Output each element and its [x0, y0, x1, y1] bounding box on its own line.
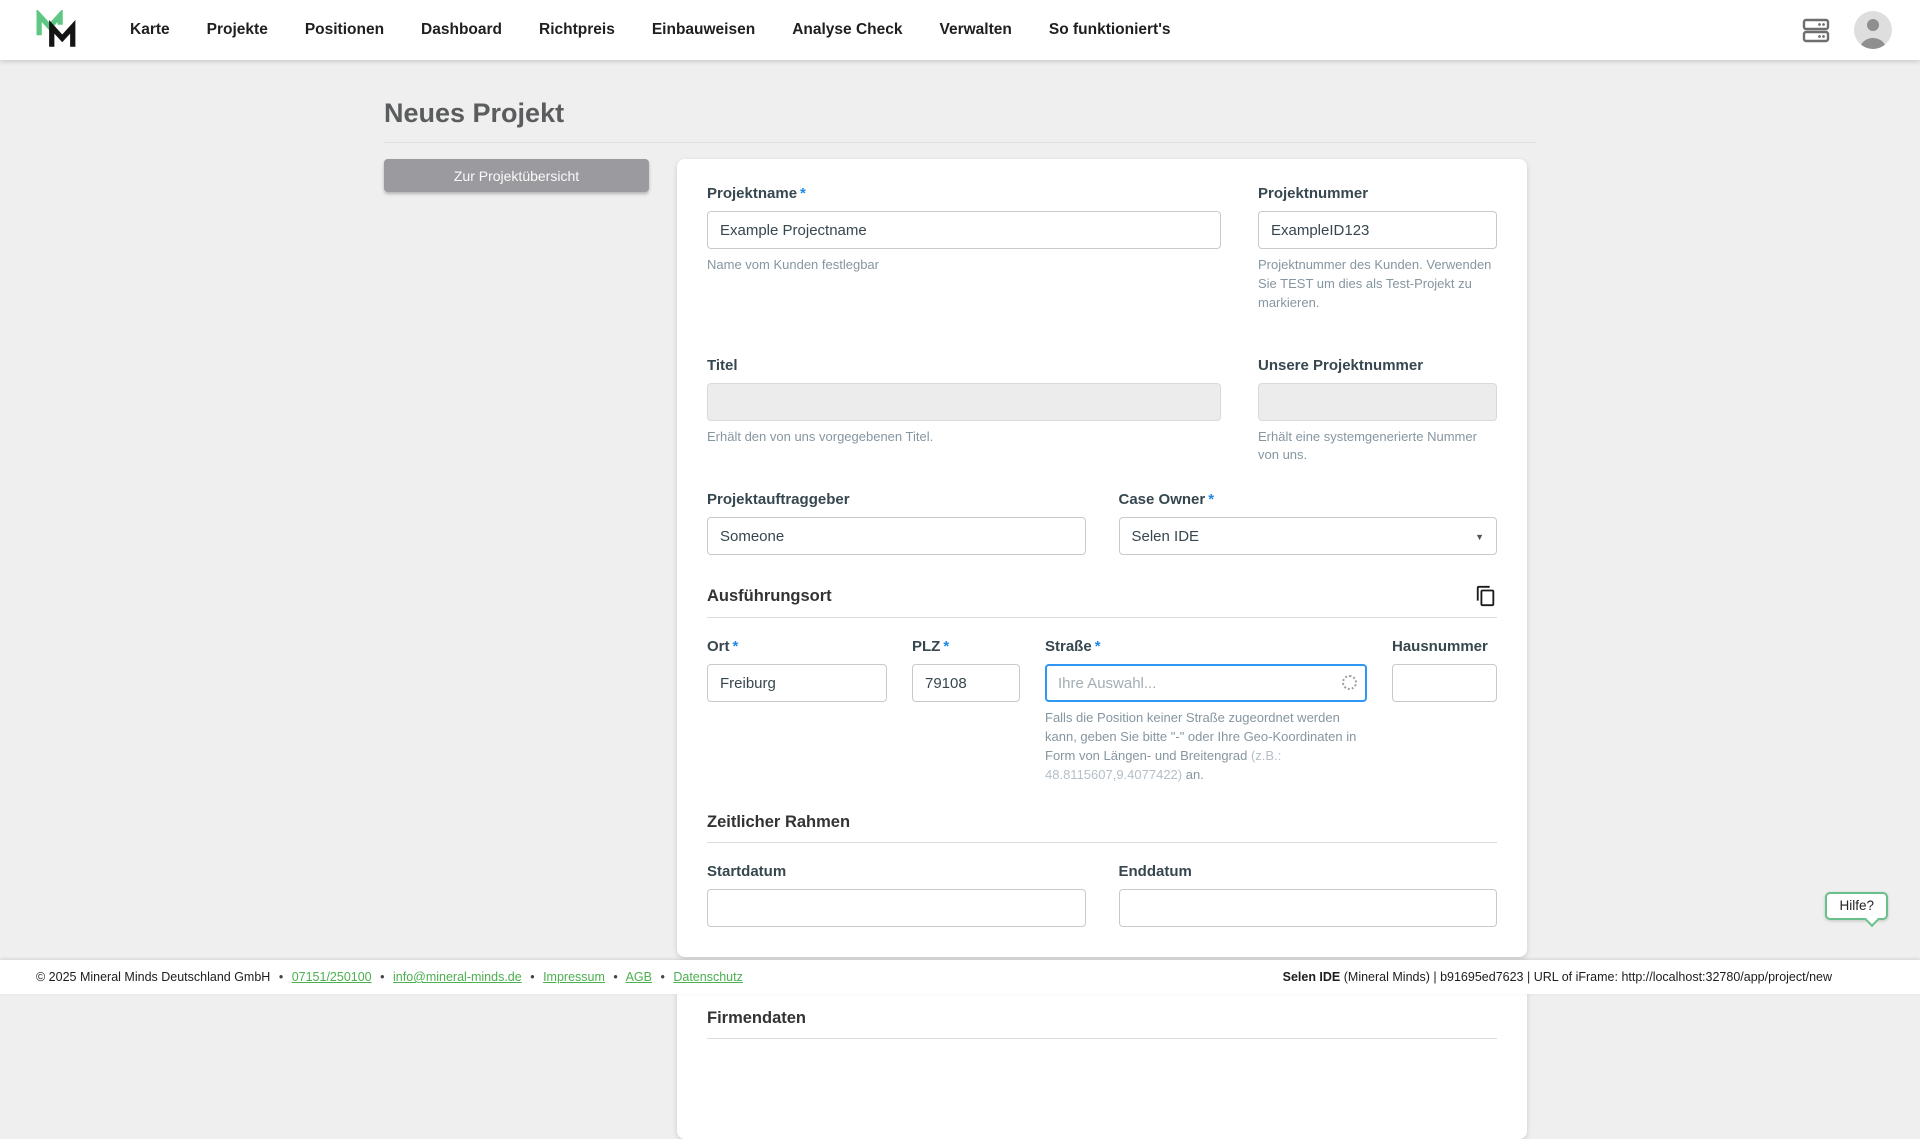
main-nav: Karte Projekte Positionen Dashboard Rich…	[130, 21, 1171, 39]
case-owner-select[interactable]: Selen IDE ▼	[1119, 517, 1498, 555]
footer-separator: •	[380, 970, 384, 984]
help-button-label: Hilfe?	[1839, 898, 1874, 913]
footer-separator: •	[613, 970, 617, 984]
ort-input[interactable]	[707, 664, 887, 702]
titel-helper: Erhält den von uns vorgegebenen Titel.	[707, 428, 1221, 447]
help-button[interactable]: Hilfe?	[1825, 892, 1888, 920]
case-owner-selected-value: Selen IDE	[1132, 528, 1200, 545]
strasse-helper: Falls die Position keiner Straße zugeord…	[1045, 709, 1367, 784]
field-strasse: Straße* Falls die Position keiner Straße…	[1045, 638, 1367, 784]
nav-item-richtpreis[interactable]: Richtpreis	[539, 21, 615, 39]
footer-session-detail: (Mineral Minds) | b91695ed7623 | URL of …	[1340, 970, 1832, 984]
nav-item-projekte[interactable]: Projekte	[207, 21, 268, 39]
unsere-projektnummer-helper: Erhält eine systemgenerierte Nummer von …	[1258, 428, 1497, 466]
plz-input[interactable]	[912, 664, 1020, 702]
footer-agb-link[interactable]: AGB	[626, 970, 652, 984]
projektname-helper: Name vom Kunden festlegbar	[707, 256, 1221, 275]
required-asterisk: *	[1208, 491, 1214, 508]
user-avatar-button[interactable]	[1854, 11, 1892, 49]
page-title: Neues Projekt	[384, 98, 1536, 143]
projektnummer-input[interactable]	[1258, 211, 1497, 249]
field-projektauftraggeber: Projektauftraggeber	[707, 491, 1086, 555]
navbar-right	[1802, 11, 1892, 49]
projektname-input[interactable]	[707, 211, 1221, 249]
hausnummer-label: Hausnummer	[1392, 638, 1497, 655]
copy-address-button[interactable]	[1475, 585, 1497, 607]
section-divider	[707, 842, 1497, 843]
footer: © 2025 Mineral Minds Deutschland GmbH • …	[0, 960, 1920, 994]
strasse-input[interactable]	[1045, 664, 1367, 702]
field-case-owner: Case Owner* Selen IDE ▼	[1119, 491, 1498, 555]
hausnummer-input[interactable]	[1392, 664, 1497, 702]
unsere-projektnummer-input	[1258, 383, 1497, 421]
enddatum-label: Enddatum	[1119, 863, 1498, 880]
strasse-label: Straße*	[1045, 638, 1367, 655]
zeitlicher-rahmen-section-title: Zeitlicher Rahmen	[707, 813, 850, 832]
footer-separator: •	[660, 970, 664, 984]
titel-label: Titel	[707, 357, 1221, 374]
field-projektnummer: Projektnummer Projektnummer des Kunden. …	[1258, 185, 1497, 313]
nav-item-positionen[interactable]: Positionen	[305, 21, 384, 39]
required-asterisk: *	[733, 638, 739, 655]
footer-phone-link[interactable]: 07151/250100	[292, 970, 372, 984]
chevron-down-icon: ▼	[1475, 532, 1484, 542]
field-titel: Titel Erhält den von uns vorgegebenen Ti…	[707, 357, 1221, 447]
field-enddatum: Enddatum	[1119, 863, 1498, 927]
firmendaten-card: Firmendaten	[677, 979, 1527, 1139]
projektnummer-helper: Projektnummer des Kunden. Verwenden Sie …	[1258, 256, 1497, 313]
firmendaten-section-title: Firmendaten	[707, 1009, 1497, 1028]
ort-label: Ort*	[707, 638, 887, 655]
footer-session-user: Selen IDE	[1283, 970, 1341, 984]
required-asterisk: *	[800, 185, 806, 202]
footer-separator: •	[279, 970, 283, 984]
field-ort: Ort*	[707, 638, 887, 702]
required-asterisk: *	[943, 638, 949, 655]
footer-datenschutz-link[interactable]: Datenschutz	[673, 970, 742, 984]
footer-session-info: Selen IDE (Mineral Minds) | b91695ed7623…	[1283, 970, 1832, 984]
enddatum-input[interactable]	[1119, 889, 1498, 927]
titel-input	[707, 383, 1221, 421]
section-divider	[707, 1038, 1497, 1039]
footer-copyright: © 2025 Mineral Minds Deutschland GmbH	[36, 970, 270, 984]
projektauftraggeber-input[interactable]	[707, 517, 1086, 555]
mineral-minds-logo[interactable]	[36, 10, 78, 50]
nav-item-analyse-check[interactable]: Analyse Check	[792, 21, 902, 39]
logo-m-icon	[36, 10, 78, 50]
left-column: Zur Projektübersicht	[384, 159, 677, 192]
field-startdatum: Startdatum	[707, 863, 1086, 927]
field-projektname: Projektname* Name vom Kunden festlegbar	[707, 185, 1221, 275]
footer-email-link[interactable]: info@mineral-minds.de	[393, 970, 522, 984]
nav-item-dashboard[interactable]: Dashboard	[421, 21, 502, 39]
projektname-label: Projektname*	[707, 185, 1221, 202]
server-icon	[1802, 17, 1830, 44]
field-hausnummer: Hausnummer	[1392, 638, 1497, 702]
section-divider	[707, 617, 1497, 618]
required-asterisk: *	[1095, 638, 1101, 655]
projektauftraggeber-label: Projektauftraggeber	[707, 491, 1086, 508]
unsere-projektnummer-label: Unsere Projektnummer	[1258, 357, 1497, 374]
startdatum-input[interactable]	[707, 889, 1086, 927]
case-owner-label: Case Owner*	[1119, 491, 1498, 508]
project-form-card: Projektname* Name vom Kunden festlegbar …	[677, 159, 1527, 957]
nav-item-karte[interactable]: Karte	[130, 21, 170, 39]
footer-left: © 2025 Mineral Minds Deutschland GmbH • …	[36, 970, 743, 984]
footer-separator: •	[530, 970, 534, 984]
footer-impressum-link[interactable]: Impressum	[543, 970, 605, 984]
nav-item-einbauweisen[interactable]: Einbauweisen	[652, 21, 755, 39]
field-plz: PLZ*	[912, 638, 1020, 702]
server-status-button[interactable]	[1802, 17, 1830, 44]
copy-icon	[1475, 585, 1497, 607]
startdatum-label: Startdatum	[707, 863, 1086, 880]
avatar-icon	[1854, 11, 1892, 49]
nav-item-verwalten[interactable]: Verwalten	[939, 21, 1011, 39]
top-navbar: Karte Projekte Positionen Dashboard Rich…	[0, 0, 1920, 60]
plz-label: PLZ*	[912, 638, 1020, 655]
speech-bubble-tail	[1865, 913, 1879, 927]
field-unsere-projektnummer: Unsere Projektnummer Erhält eine systemg…	[1258, 357, 1497, 466]
ausfuehrungsort-section-title: Ausführungsort	[707, 587, 832, 606]
nav-item-so-funktionierts[interactable]: So funktioniert's	[1049, 21, 1171, 39]
zur-projektuebersicht-button[interactable]: Zur Projektübersicht	[384, 159, 649, 192]
projektnummer-label: Projektnummer	[1258, 185, 1497, 202]
